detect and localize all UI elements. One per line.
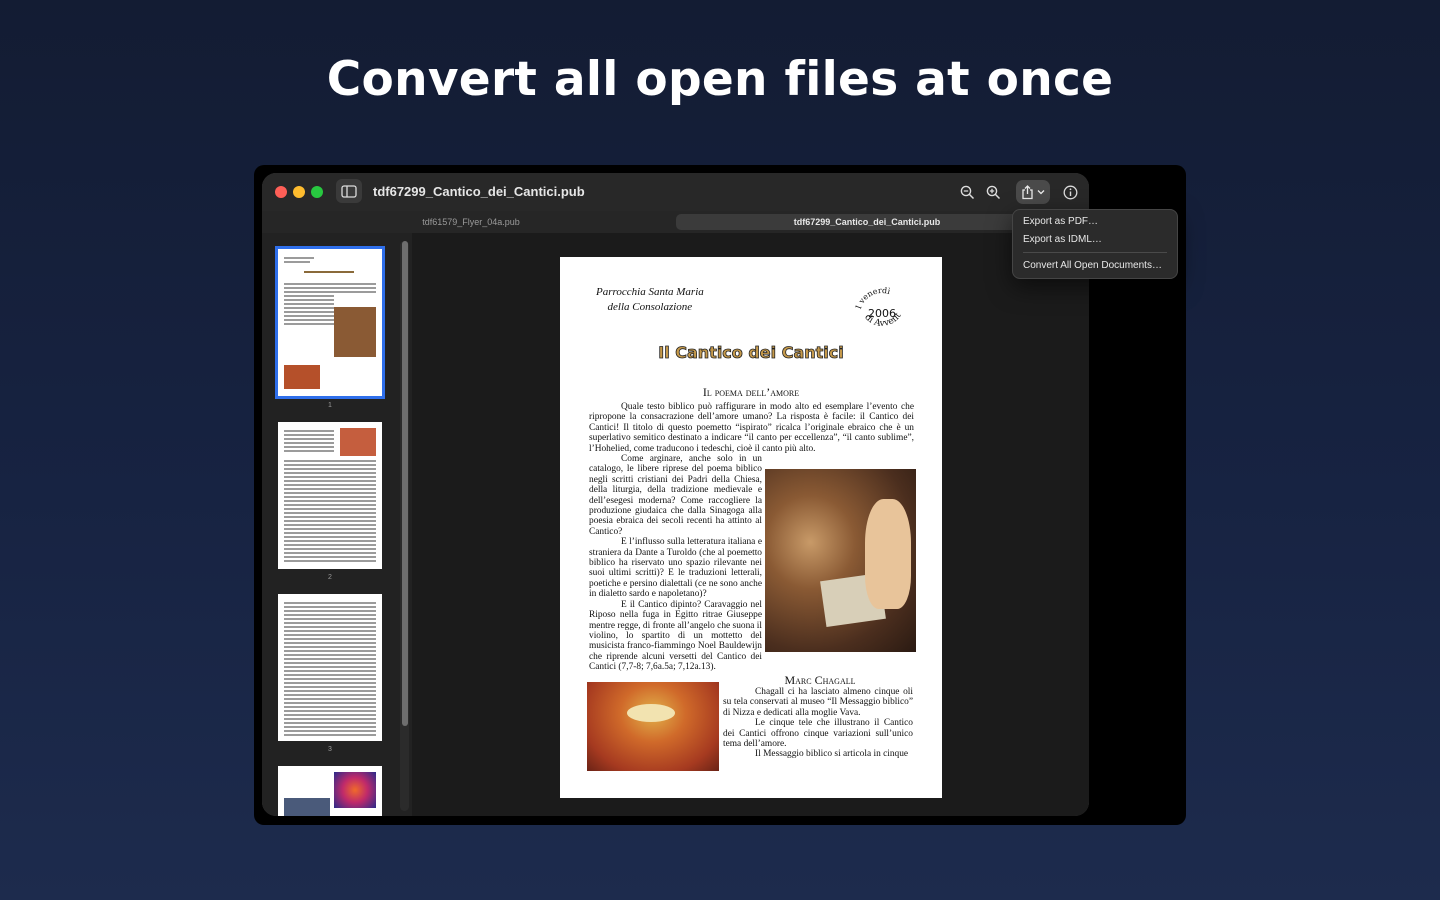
- seal-year: 2006: [868, 307, 896, 320]
- document-page: Parrocchia Santa Maria della Consolazion…: [560, 257, 942, 798]
- document-title: Il Cantico dei Cantici: [658, 343, 844, 363]
- page-thumbnail[interactable]: [278, 249, 382, 396]
- body-column: Chagall ci ha lasciato almeno cinque oli…: [723, 687, 913, 760]
- page-number: 2: [328, 574, 332, 581]
- zoom-out-button[interactable]: [955, 180, 979, 204]
- share-icon: [1022, 184, 1033, 199]
- menu-item-convert-all[interactable]: Convert All Open Documents…: [1023, 258, 1162, 274]
- paragraph: E l’influsso sulla letteratura italiana …: [589, 537, 762, 600]
- tab-cantico[interactable]: tdf67299_Cantico_dei_Cantici.pub: [676, 214, 1058, 230]
- export-menu-button[interactable]: [1016, 180, 1050, 204]
- chevron-down-icon: [1037, 190, 1045, 195]
- parish-line-1: Parrocchia Santa Maria: [596, 286, 704, 298]
- minimize-button[interactable]: [293, 186, 305, 198]
- titlebar: tdf67299_Cantico_dei_Cantici.pub: [262, 173, 1089, 211]
- section-heading: Marc Chagall: [784, 673, 856, 687]
- page-thumbnail[interactable]: [278, 594, 382, 741]
- export-dropdown-menu: Export as PDF… Export as IDML… Convert A…: [1012, 209, 1178, 279]
- parish-line-2: della Consolazione: [607, 301, 693, 313]
- page-thumbnail[interactable]: [278, 422, 382, 569]
- menu-separator: [1023, 252, 1167, 253]
- close-button[interactable]: [275, 186, 287, 198]
- paragraph: E il Cantico dipinto? Caravaggio nel Rip…: [589, 599, 762, 673]
- zoom-in-button[interactable]: [981, 180, 1005, 204]
- zoom-window-button[interactable]: [311, 186, 323, 198]
- page-thumbnail[interactable]: [278, 766, 382, 816]
- parish-heading: Parrocchia Santa Maria della Consolazion…: [596, 285, 704, 315]
- headline: Convert all open files at once: [326, 52, 1114, 107]
- advent-seal: I venerdì di Avvento 2006: [849, 278, 912, 341]
- window-title: tdf67299_Cantico_dei_Cantici.pub: [373, 184, 585, 199]
- info-button[interactable]: [1058, 180, 1082, 204]
- paragraph: Quale testo biblico può raffigurare in m…: [589, 402, 914, 454]
- body-column: Come arginare, anche solo in un catalogo…: [589, 454, 762, 673]
- page-number: 3: [328, 746, 332, 753]
- paragraph: Le cinque tele che illustrano il Cantico…: [723, 718, 913, 750]
- sidebar-scrollbar-thumb[interactable]: [402, 241, 408, 726]
- chagall-painting-image: [587, 682, 719, 771]
- zoom-out-icon: [960, 185, 974, 199]
- info-icon: [1063, 185, 1077, 199]
- sidebar-toggle-button[interactable]: [336, 179, 362, 203]
- menu-item-export-idml[interactable]: Export as IDML…: [1023, 232, 1102, 248]
- tab-flyer[interactable]: tdf61579_Flyer_04a.pub: [268, 214, 674, 230]
- page-thumbnails-sidebar: 1 2 3: [262, 233, 412, 816]
- menu-item-export-pdf[interactable]: Export as PDF…: [1023, 214, 1098, 230]
- tab-bar: tdf61579_Flyer_04a.pub tdf67299_Cantico_…: [262, 211, 1089, 233]
- caravaggio-painting-image: [765, 469, 916, 652]
- body-paragraph: Quale testo biblico può raffigurare in m…: [589, 402, 914, 454]
- app-window: tdf67299_Cantico_dei_Cantici.pub tdf6157…: [262, 173, 1089, 816]
- paragraph: Come arginare, anche solo in un catalogo…: [589, 454, 762, 537]
- zoom-in-icon: [986, 185, 1000, 199]
- page-number: 1: [328, 402, 332, 409]
- paragraph: Il Messaggio biblico si articola in cinq…: [755, 749, 909, 760]
- section-heading: Il poema dell’amore: [702, 385, 800, 399]
- document-viewer: Parrocchia Santa Maria della Consolazion…: [412, 233, 1089, 816]
- sidebar-toggle-icon: [341, 184, 357, 198]
- paragraph: Chagall ci ha lasciato almeno cinque oli…: [723, 687, 913, 718]
